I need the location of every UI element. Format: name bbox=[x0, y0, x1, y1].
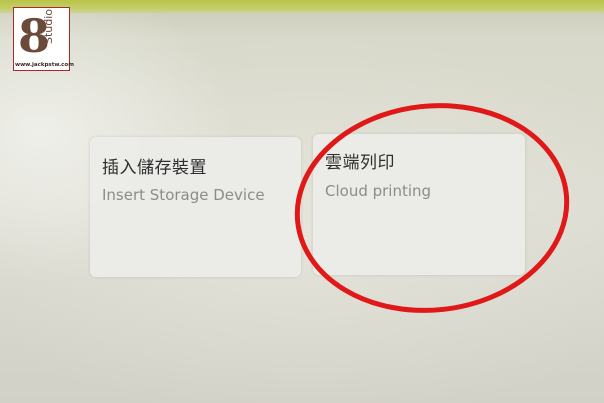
svg-text:Studio: Studio bbox=[42, 9, 55, 44]
cloud-printing-title: 雲端列印 bbox=[325, 153, 395, 173]
insert-storage-device-option[interactable]: 插入儲存裝置 Insert Storage Device bbox=[90, 137, 301, 277]
top-accent-bar bbox=[0, 0, 604, 13]
watermark-url: www.jackpstw.com bbox=[15, 62, 74, 68]
watermark-logo: 8 Studio www.jackpstw.com bbox=[13, 7, 74, 71]
cloud-printing-subtitle: Cloud printing bbox=[325, 182, 432, 200]
cloud-printing-option[interactable]: 雲端列印 Cloud printing bbox=[313, 134, 525, 275]
insert-storage-title: 插入儲存裝置 bbox=[102, 158, 207, 178]
insert-storage-subtitle: Insert Storage Device bbox=[102, 186, 265, 204]
watermark-logo-graphic: 8 Studio bbox=[18, 9, 55, 62]
